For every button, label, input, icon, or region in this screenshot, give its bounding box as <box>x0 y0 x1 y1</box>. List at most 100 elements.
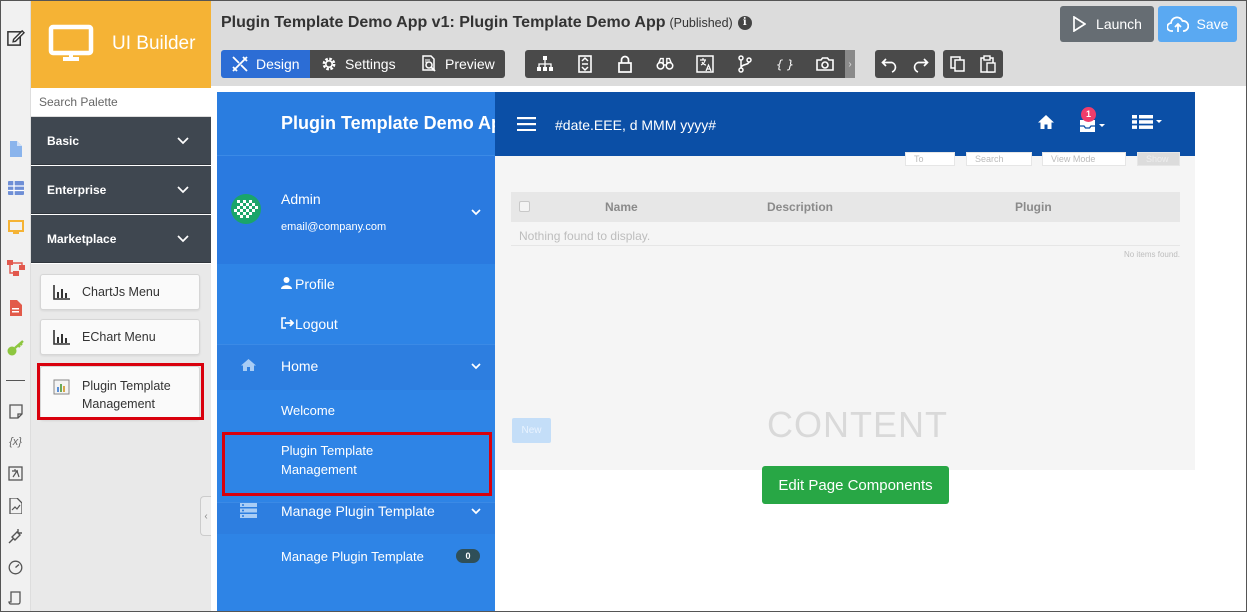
camera-icon[interactable] <box>805 50 845 78</box>
monitor-icon[interactable] <box>6 218 25 237</box>
status-label: (Published) <box>669 16 733 30</box>
edit-page-components-button[interactable]: Edit Page Components <box>762 466 949 504</box>
edit-icon[interactable] <box>6 28 25 47</box>
note-icon[interactable] <box>6 402 25 421</box>
no-items-label: No items found. <box>1123 250 1180 259</box>
report-icon[interactable] <box>6 496 25 515</box>
table-icon[interactable] <box>6 178 25 197</box>
empty-table-row: Nothing found to display. <box>511 222 1180 246</box>
category-enterprise[interactable]: Enterprise <box>31 166 211 214</box>
palette-item-chartjs-menu[interactable]: ChartJs Menu <box>40 274 200 310</box>
launch-button[interactable]: Launch <box>1060 6 1154 42</box>
scroll-icon[interactable] <box>6 588 25 607</box>
category-marketplace[interactable]: Marketplace <box>31 215 211 263</box>
menu-item-logout[interactable]: Logout <box>217 314 495 334</box>
binoculars-icon[interactable] <box>645 50 685 78</box>
palette-items-area <box>31 264 211 612</box>
tool-rail: {x} <box>0 0 31 612</box>
chevron-down-icon <box>471 508 481 515</box>
cloud-upload-icon <box>1166 16 1189 32</box>
select-all-checkbox[interactable] <box>519 201 530 212</box>
category-basic[interactable]: Basic <box>31 117 211 165</box>
mode-switcher: Design Settings Preview <box>221 50 505 78</box>
undo-icon[interactable] <box>875 50 905 78</box>
count-badge: 0 <box>456 549 480 563</box>
date-label: #date.EEE, d MMM yyyy# <box>555 117 717 133</box>
save-button[interactable]: Save <box>1158 6 1237 42</box>
chevron-right-icon[interactable]: › <box>845 50 855 78</box>
design-tools-icon <box>232 56 248 72</box>
app-sidebar: Plugin Template Demo App Admin email@com… <box>217 92 495 612</box>
translate-icon[interactable] <box>685 50 725 78</box>
tab-preview[interactable]: Preview <box>410 50 505 78</box>
notification-badge: 1 <box>1081 107 1096 122</box>
content-placeholder-title: CONTENT <box>767 404 948 445</box>
menu-item-home[interactable]: Home <box>217 356 495 376</box>
tree-structure-icon[interactable] <box>525 50 565 78</box>
home-icon <box>241 359 256 371</box>
design-toolbar: { } › <box>525 50 855 78</box>
chevron-down-icon[interactable] <box>470 206 482 218</box>
menu-item-welcome[interactable]: Welcome <box>217 400 495 420</box>
highlight-box <box>37 363 204 420</box>
copy-paste-group <box>943 50 1003 78</box>
user-name: Admin <box>281 191 321 207</box>
column-plugin[interactable]: Plugin <box>1015 200 1052 214</box>
redo-icon[interactable] <box>905 50 935 78</box>
chevron-down-icon <box>177 235 189 243</box>
content-area: To Search View Mode Show Name Descriptio… <box>495 152 1195 470</box>
category-label: Marketplace <box>47 231 117 246</box>
category-label: Basic <box>47 133 80 148</box>
bar-chart-icon <box>53 330 70 345</box>
chevron-down-icon <box>177 186 189 194</box>
app-navbar: #date.EEE, d MMM yyyy# 1 <box>495 92 1195 156</box>
tab-settings[interactable]: Settings <box>310 50 410 78</box>
palette-item-echart-menu[interactable]: EChart Menu <box>40 319 200 355</box>
user-icon <box>281 277 292 289</box>
app-title: Plugin Template Demo App v1: Plugin Temp… <box>221 14 752 32</box>
pdf-icon[interactable] <box>6 298 25 317</box>
home-icon[interactable] <box>1037 114 1055 130</box>
filter-show-button[interactable]: Show <box>1137 152 1180 166</box>
page-icon[interactable] <box>6 139 25 158</box>
bar-chart-icon <box>53 285 70 300</box>
column-name[interactable]: Name <box>605 200 638 214</box>
paste-icon[interactable] <box>973 50 1003 78</box>
lock-icon[interactable] <box>605 50 645 78</box>
user-panel[interactable]: Admin email@company.com <box>217 156 495 264</box>
new-button[interactable]: New <box>512 418 551 443</box>
menu-item-profile[interactable]: Profile <box>217 274 495 294</box>
menu-item-manage-plugin-template[interactable]: Manage Plugin Template <box>217 546 495 566</box>
code-braces-icon[interactable]: { } <box>765 50 805 78</box>
brand-title: UI Builder <box>112 33 196 54</box>
translate-icon[interactable] <box>6 464 25 483</box>
highlight-box <box>222 432 492 496</box>
dashboard-icon[interactable] <box>6 558 25 577</box>
filter-search[interactable]: Search <box>966 152 1032 166</box>
preview-icon <box>422 55 436 72</box>
menu-item-manage-plugin-template-group[interactable]: Manage Plugin Template <box>217 501 495 521</box>
view-list-icon[interactable] <box>1132 114 1162 130</box>
search-palette-input[interactable] <box>31 88 211 117</box>
monitor-icon <box>48 24 94 61</box>
flow-icon[interactable] <box>6 258 25 277</box>
column-description[interactable]: Description <box>767 200 833 214</box>
collapse-palette-handle[interactable]: ‹ <box>200 496 211 536</box>
filter-view-mode[interactable]: View Mode <box>1042 152 1126 166</box>
plug-icon[interactable] <box>6 526 25 545</box>
info-icon[interactable]: i <box>737 16 752 30</box>
filter-to[interactable]: To <box>905 152 955 166</box>
properties-icon[interactable] <box>565 50 605 78</box>
avatar <box>231 194 261 224</box>
variable-icon[interactable]: {x} <box>6 432 25 451</box>
key-icon[interactable] <box>6 338 25 357</box>
logout-icon <box>281 317 295 329</box>
branch-icon[interactable] <box>725 50 765 78</box>
gear-icon <box>322 57 336 71</box>
ui-builder-brand: UI Builder <box>31 0 211 88</box>
sidebar-title: Plugin Template Demo App <box>217 92 495 156</box>
category-label: Enterprise <box>47 182 107 197</box>
tab-design[interactable]: Design <box>221 50 310 78</box>
hamburger-menu-icon[interactable] <box>517 117 536 131</box>
copy-icon[interactable] <box>943 50 973 78</box>
